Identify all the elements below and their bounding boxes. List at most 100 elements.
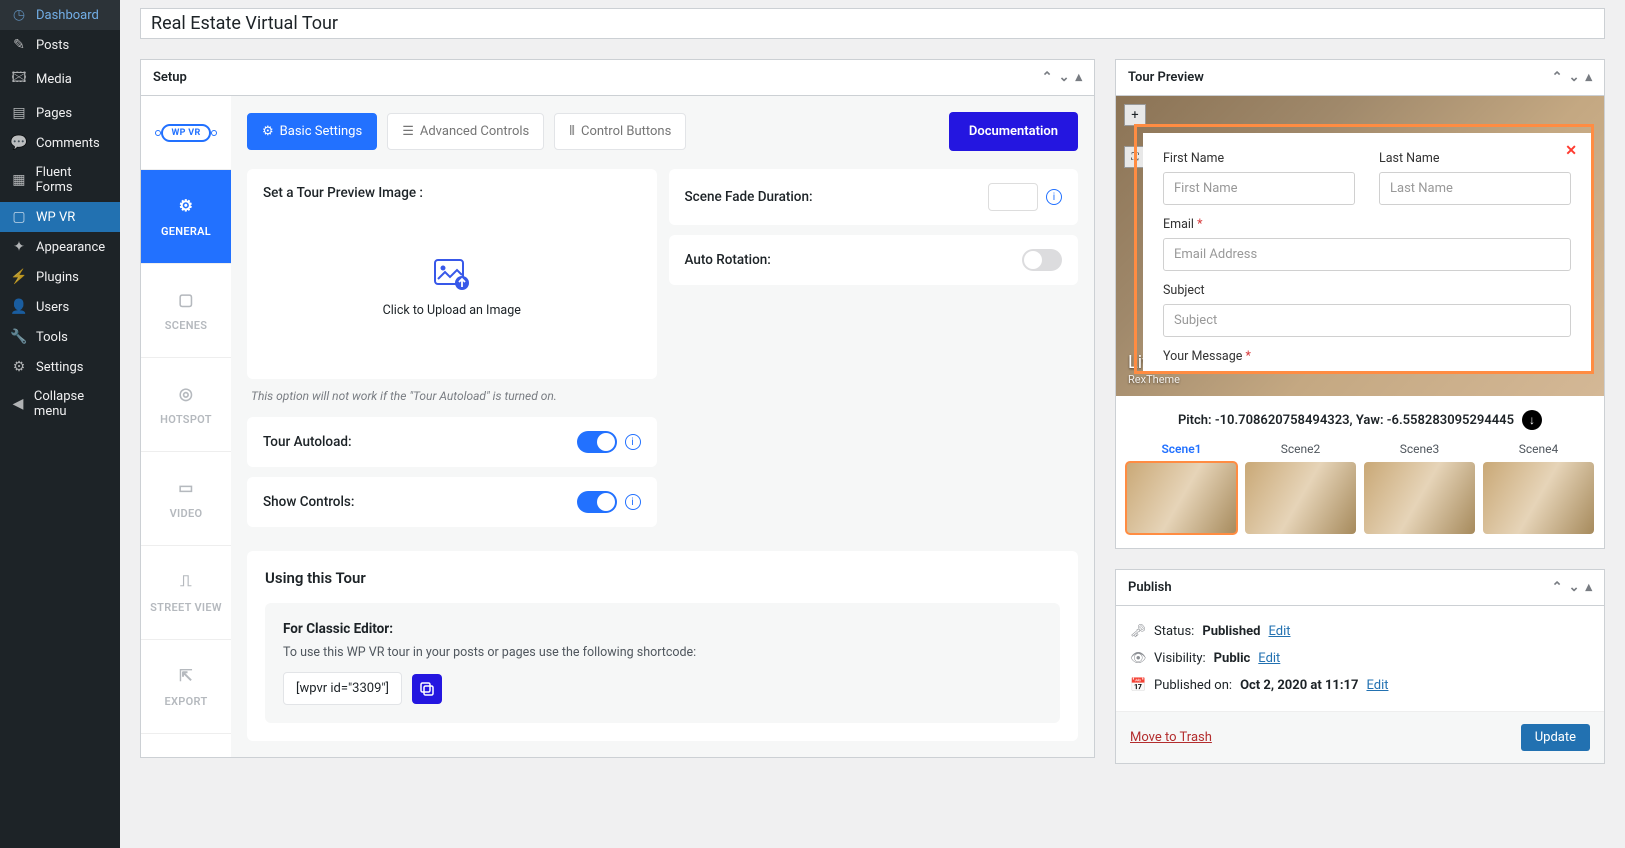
- media-icon: 🖾: [10, 67, 28, 91]
- auto-rotation-label: Auto Rotation:: [685, 252, 771, 268]
- sidebar-item-appearance[interactable]: ✦Appearance: [0, 232, 120, 262]
- preview-panel-header: Tour Preview ⌃⌄▴: [1116, 60, 1604, 96]
- using-tour-card: Using this Tour For Classic Editor: To u…: [247, 551, 1078, 741]
- vtab-scenes[interactable]: ▢SCENES: [141, 264, 231, 358]
- last-name-input[interactable]: [1379, 172, 1571, 205]
- panel-toggle-icon[interactable]: ▴: [1585, 70, 1592, 85]
- preview-image-label: Set a Tour Preview Image :: [263, 185, 641, 201]
- classic-editor-desc: To use this WP VR tour in your posts or …: [283, 645, 1042, 660]
- wpvr-logo: WP VR: [141, 96, 231, 170]
- zoom-in-button[interactable]: +: [1124, 104, 1146, 126]
- calendar-icon: 📅: [1130, 678, 1146, 693]
- panel-title: Publish: [1128, 580, 1172, 595]
- vertical-tabs: WP VR ⚙GENERAL ▢SCENES ◎HOTSPOT ▭VIDEO ⎍…: [141, 96, 231, 757]
- auto-rotation-toggle[interactable]: [1022, 249, 1062, 271]
- scene-thumb-3[interactable]: Scene3: [1364, 442, 1475, 534]
- form-overlay-highlight: ✕ First Name Last Name Email * Subject Y…: [1134, 124, 1594, 374]
- sidebar-item-tools[interactable]: 🔧Tools: [0, 322, 120, 352]
- autoload-toggle[interactable]: [577, 431, 617, 453]
- sidebar-item-users[interactable]: 👤Users: [0, 292, 120, 322]
- fade-duration-label: Scene Fade Duration:: [685, 189, 813, 205]
- upload-hint: This option will not work if the "Tour A…: [251, 389, 653, 403]
- controls-icon: ⦀: [569, 124, 575, 139]
- vtab-export[interactable]: ⇱EXPORT: [141, 640, 231, 734]
- sidebar-item-collapse[interactable]: ◀Collapse menu: [0, 382, 120, 426]
- visibility-edit-link[interactable]: Edit: [1258, 651, 1280, 666]
- preview-viewport[interactable]: + ⛶ Living Room RexTheme ✕ First Name: [1116, 96, 1604, 396]
- info-icon[interactable]: i: [625, 434, 641, 450]
- sidebar-item-label: Pages: [36, 106, 72, 121]
- info-icon[interactable]: i: [625, 494, 641, 510]
- publish-visibility-row: 👁Visibility: Public Edit: [1130, 645, 1590, 672]
- sidebar-item-settings[interactable]: ⚙Settings: [0, 352, 120, 382]
- export-icon: ⇱: [179, 666, 193, 685]
- publish-panel: Publish ⌃ ⌄ ▴ 🗝Status: Published Edit 👁Vis…: [1115, 569, 1605, 764]
- panel-down-icon[interactable]: ⌄: [1569, 70, 1580, 85]
- brush-icon: ✦: [10, 239, 28, 255]
- scene-thumb-2[interactable]: Scene2: [1245, 442, 1356, 534]
- preview-image-card: Set a Tour Preview Image : Click to Uplo…: [247, 169, 657, 379]
- auto-rotation-row: Auto Rotation:: [669, 235, 1079, 285]
- plugin-icon: ⚡: [10, 269, 28, 285]
- htab-control-buttons[interactable]: ⦀Control Buttons: [554, 113, 686, 150]
- forms-icon: ▦: [10, 172, 28, 188]
- sidebar-item-label: Posts: [36, 38, 69, 53]
- panel-down-icon[interactable]: ⌄: [1059, 70, 1070, 85]
- sidebar-item-label: Comments: [36, 136, 100, 151]
- first-name-input[interactable]: [1163, 172, 1355, 205]
- pitch-yaw-readout: Pitch: -10.708620758494323, Yaw: -6.5582…: [1116, 396, 1604, 442]
- close-form-button[interactable]: ✕: [1565, 143, 1577, 159]
- scene-thumb-4[interactable]: Scene4: [1483, 442, 1594, 534]
- sidebar-item-dashboard[interactable]: ◷ Dashboard: [0, 0, 120, 30]
- panel-up-icon[interactable]: ⌃: [1552, 70, 1563, 85]
- sidebar-item-label: Dashboard: [36, 8, 99, 23]
- info-icon[interactable]: i: [1046, 189, 1062, 205]
- panel-up-icon[interactable]: ⌃: [1552, 580, 1563, 595]
- subject-label: Subject: [1163, 283, 1571, 298]
- sidebar-item-wpvr[interactable]: ▢WP VR: [0, 202, 120, 232]
- tour-autoload-row: Tour Autoload: i: [247, 417, 657, 467]
- title-input[interactable]: [151, 13, 1594, 34]
- sidebar-item-pages[interactable]: ▤Pages: [0, 98, 120, 128]
- sidebar-item-posts[interactable]: ✎Posts: [0, 30, 120, 60]
- move-to-trash-link[interactable]: Move to Trash: [1130, 730, 1212, 745]
- sidebar-item-plugins[interactable]: ⚡Plugins: [0, 262, 120, 292]
- documentation-button[interactable]: Documentation: [949, 112, 1078, 151]
- vtab-video[interactable]: ▭VIDEO: [141, 452, 231, 546]
- show-controls-toggle[interactable]: [577, 491, 617, 513]
- panel-up-icon[interactable]: ⌃: [1042, 70, 1053, 85]
- upload-image-button[interactable]: Click to Upload an Image: [263, 213, 641, 363]
- upload-text: Click to Upload an Image: [383, 303, 521, 318]
- tab-content: ⚙Basic Settings ☰Advanced Controls ⦀Cont…: [231, 96, 1094, 757]
- email-input[interactable]: [1163, 238, 1571, 271]
- sidebar-item-media[interactable]: 🖾Media: [0, 60, 120, 98]
- upload-image-icon: [434, 259, 470, 291]
- copy-icon: [419, 681, 435, 697]
- setup-panel-header: Setup ⌃⌄▴: [141, 60, 1094, 96]
- vtab-streetview[interactable]: ⎍STREET VIEW: [141, 546, 231, 640]
- panel-toggle-icon[interactable]: ▴: [1585, 580, 1592, 595]
- panel-down-icon[interactable]: ⌄: [1569, 580, 1580, 595]
- status-edit-link[interactable]: Edit: [1268, 624, 1290, 639]
- download-coords-button[interactable]: ↓: [1522, 410, 1542, 430]
- title-bar: [140, 8, 1605, 39]
- gear-icon: ⚙: [262, 124, 274, 139]
- vtab-general[interactable]: ⚙GENERAL: [141, 170, 231, 264]
- vtab-hotspot[interactable]: ◎HOTSPOT: [141, 358, 231, 452]
- wrench-icon: 🔧: [10, 329, 28, 345]
- publish-status-row: 🗝Status: Published Edit: [1130, 618, 1590, 645]
- panel-toggle-icon[interactable]: ▴: [1075, 70, 1082, 85]
- wp-admin-sidebar: ◷ Dashboard ✎Posts 🖾Media ▤Pages 💬Comment…: [0, 0, 120, 848]
- subject-input[interactable]: [1163, 304, 1571, 337]
- shortcode-text: [wpvr id="3309"]: [283, 672, 402, 705]
- sidebar-item-comments[interactable]: 💬Comments: [0, 128, 120, 158]
- date-edit-link[interactable]: Edit: [1366, 678, 1388, 693]
- fade-duration-input[interactable]: [988, 183, 1038, 211]
- sidebar-item-fluentforms[interactable]: ▦Fluent Forms: [0, 158, 120, 202]
- scene-thumb-1[interactable]: Scene1: [1126, 442, 1237, 534]
- copy-shortcode-button[interactable]: [412, 674, 442, 704]
- update-button[interactable]: Update: [1521, 724, 1590, 751]
- htab-basic-settings[interactable]: ⚙Basic Settings: [247, 113, 377, 150]
- dashboard-icon: ◷: [10, 7, 28, 23]
- htab-advanced[interactable]: ☰Advanced Controls: [387, 113, 544, 150]
